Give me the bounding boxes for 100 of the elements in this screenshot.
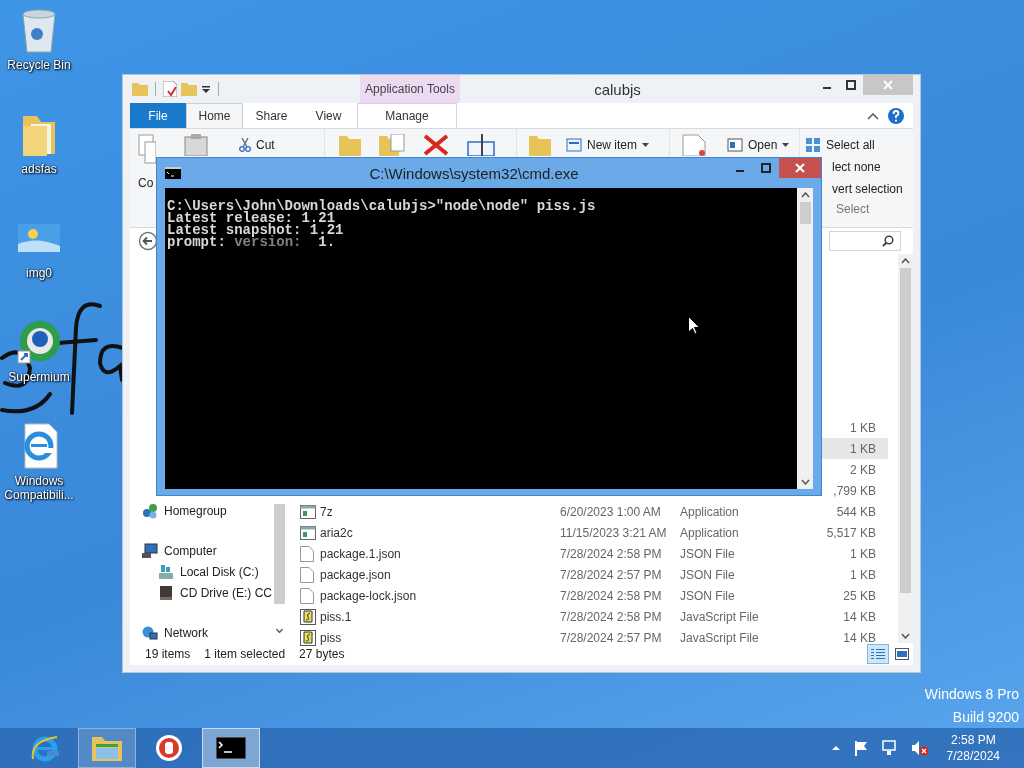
file-size: 1 KB <box>850 441 876 456</box>
maximize-icon[interactable] <box>761 163 771 173</box>
console-icon[interactable] <box>216 737 246 759</box>
copy-button-label[interactable]: Co <box>138 176 154 190</box>
file-date: 6/20/2023 1:00 AM <box>560 504 661 519</box>
file-name[interactable]: package-lock.json <box>320 588 417 603</box>
clock-date[interactable]: 7/28/2024 <box>946 748 1000 764</box>
file-size: 1 KB <box>850 420 876 435</box>
window-title: C:\Windows\system32\cmd.exe <box>368 164 580 182</box>
select-all-button[interactable]: Select all <box>802 134 878 156</box>
file-type: Application <box>680 525 739 540</box>
nav-item[interactable]: CD Drive (E:) CC <box>180 585 272 600</box>
cut-button[interactable]: Cut <box>236 134 278 156</box>
new-item-icon[interactable] <box>566 138 582 152</box>
context-tab-header: Application Tools <box>360 75 460 103</box>
disk-drive-icon <box>158 564 174 580</box>
select-all-icon[interactable] <box>805 137 821 153</box>
collapse-ribbon-icon[interactable] <box>867 110 879 121</box>
file-name[interactable]: package.1.json <box>320 546 401 561</box>
search-field[interactable] <box>829 231 901 251</box>
nav-item[interactable]: Network <box>164 625 208 640</box>
file-size: 1 KB <box>850 567 876 582</box>
ribbon-group-label: Select <box>835 202 870 216</box>
invert-selection-button[interactable]: vert selection <box>829 178 906 200</box>
scrollbar[interactable] <box>898 254 913 643</box>
nav-item[interactable]: Local Disk (C:) <box>180 565 259 579</box>
file-size: ,799 KB <box>833 483 876 498</box>
console-icon[interactable] <box>165 167 181 179</box>
scroll-up-icon[interactable] <box>800 192 810 198</box>
file-date: 7/28/2024 2:57 PM <box>560 567 662 582</box>
file-size: 5,517 KB <box>826 525 876 540</box>
muted-speaker-icon[interactable] <box>910 740 929 756</box>
cd-drive-icon <box>158 584 174 601</box>
file-name[interactable]: piss.1 <box>320 609 352 624</box>
document-icon[interactable] <box>682 134 706 156</box>
browser-shortcut-icon[interactable] <box>16 318 62 366</box>
dropdown-icon[interactable] <box>201 84 211 94</box>
maximize-icon[interactable] <box>846 80 856 90</box>
rename-icon[interactable] <box>467 134 495 156</box>
script-file-icon <box>300 608 316 625</box>
clock-time[interactable]: 2:58 PM <box>950 732 996 748</box>
nav-item[interactable]: Homegroup <box>164 504 227 519</box>
ribbon-tab[interactable]: View <box>300 103 357 128</box>
browser-icon[interactable] <box>30 733 60 763</box>
close-button[interactable] <box>779 158 821 178</box>
new-item-button[interactable]: New item <box>563 134 652 156</box>
console-taskbar-button[interactable] <box>202 728 260 768</box>
scroll-down-icon[interactable] <box>275 627 284 633</box>
ribbon-tab[interactable]: Home <box>186 103 243 128</box>
file-icon <box>300 566 314 583</box>
ribbon-tab[interactable]: Share <box>243 103 300 128</box>
computer-icon <box>142 543 158 560</box>
os-version-text: Windows 8 Pro <box>924 685 1019 704</box>
mouse-pointer-icon <box>688 316 700 335</box>
recycle-bin-icon[interactable] <box>19 6 59 54</box>
item-count: 19 items <box>145 647 191 661</box>
file-size: 544 KB <box>836 504 876 519</box>
scroll-down-icon[interactable] <box>800 479 810 485</box>
console-line: prompt: version: 1. <box>167 236 337 248</box>
close-icon[interactable] <box>795 163 805 173</box>
file-name[interactable]: 7z <box>320 504 333 519</box>
scissors-icon[interactable] <box>239 138 251 152</box>
scroll-down-icon[interactable] <box>901 633 910 639</box>
console-line: Latest release: 1.21 <box>167 212 336 224</box>
properties-icon[interactable] <box>163 81 177 97</box>
flag-icon[interactable] <box>852 740 869 756</box>
file-icon <box>300 587 314 604</box>
caret-icon[interactable] <box>782 142 790 148</box>
show-hidden-icons-icon[interactable] <box>830 744 841 752</box>
file-date: 7/28/2024 2:58 PM <box>560 588 662 603</box>
ribbon-tab[interactable]: File <box>130 103 186 128</box>
console-line: C:\Users\John\Downloads\calubjs>"node\node" piss.js <box>167 200 597 212</box>
window-title: calubjs <box>593 80 642 98</box>
selection-size: 27 bytes <box>299 647 345 661</box>
file-size: 2 KB <box>850 462 876 477</box>
application-icon <box>300 524 316 541</box>
file-date: 7/28/2024 2:58 PM <box>560 609 662 624</box>
file-size: 14 KB <box>843 630 876 645</box>
file-name[interactable]: piss <box>320 630 342 645</box>
select-none-button[interactable]: lect none <box>829 156 884 178</box>
caret-icon[interactable] <box>642 142 649 148</box>
application-icon <box>300 503 316 520</box>
help-icon[interactable] <box>887 106 905 125</box>
open-button[interactable]: Open <box>724 134 793 156</box>
open-icon[interactable] <box>727 138 743 152</box>
scroll-up-icon[interactable] <box>901 258 910 264</box>
network-icon <box>142 624 158 641</box>
file-size: 14 KB <box>843 609 876 624</box>
file-date: 7/28/2024 2:57 PM <box>560 630 662 645</box>
delete-icon[interactable] <box>423 134 449 156</box>
app-icon[interactable] <box>154 733 184 763</box>
file-name[interactable]: aria2c <box>320 525 353 540</box>
file-icon <box>300 545 314 562</box>
search-icon[interactable] <box>882 235 894 247</box>
scrollbar[interactable] <box>797 188 813 489</box>
desktop-icon-label[interactable]: Windows Compatibili... <box>1 474 77 502</box>
file-name[interactable]: package.json <box>320 567 391 582</box>
scroll-thumb[interactable] <box>799 202 811 224</box>
network-icon[interactable] <box>880 740 899 756</box>
nav-item[interactable]: Computer <box>164 544 217 559</box>
